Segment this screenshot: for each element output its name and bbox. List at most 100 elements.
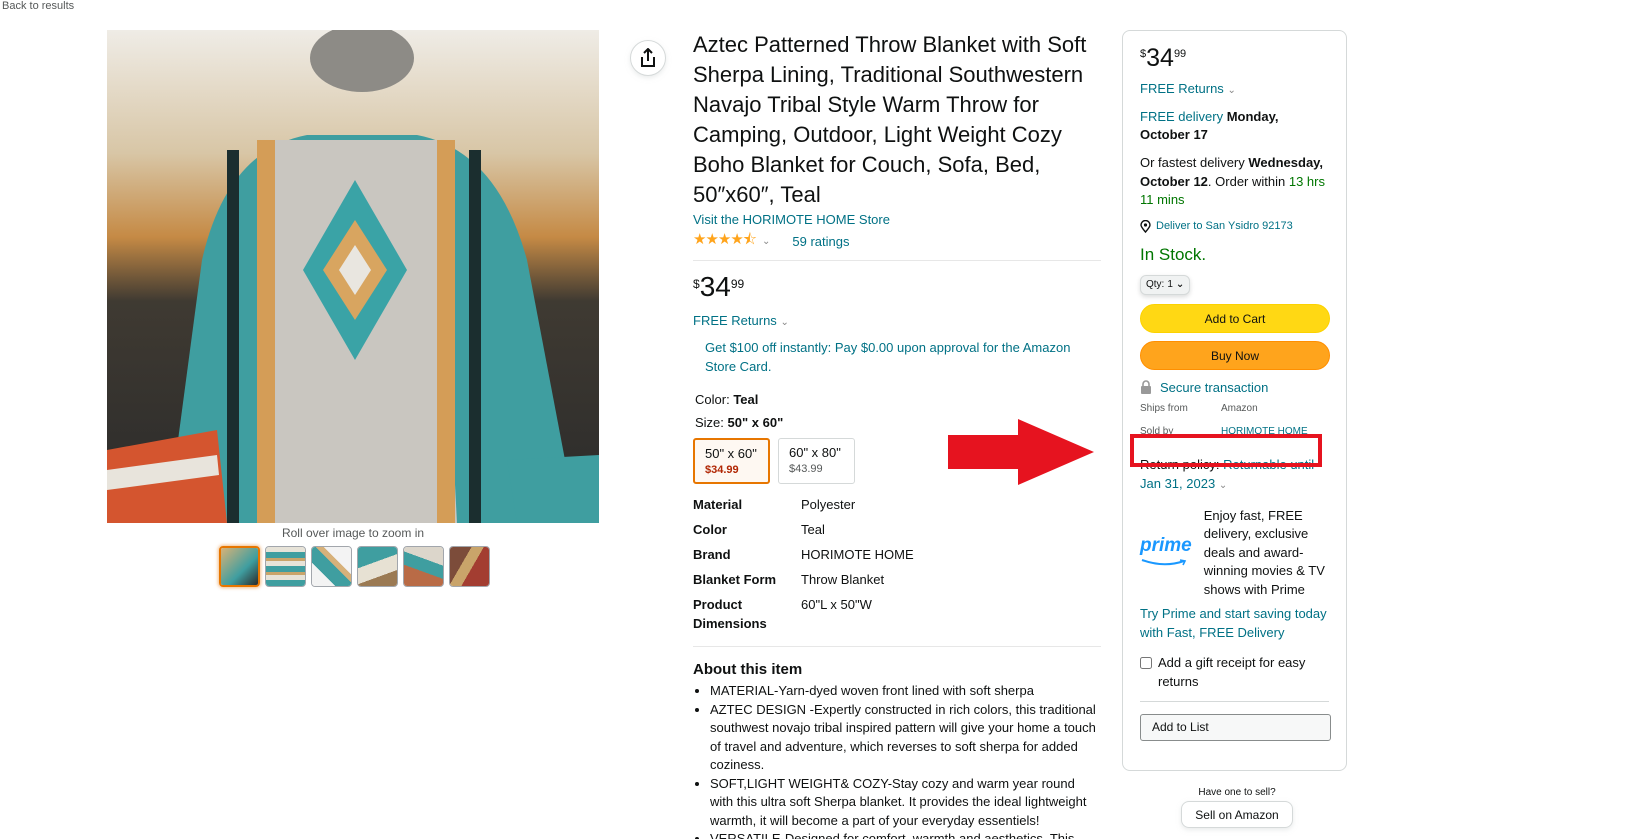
- ships-from-label: Ships from: [1140, 402, 1188, 414]
- spec-row: Color Teal: [693, 517, 1101, 542]
- sell-on-amazon: Have one to sell? Sell on Amazon: [1181, 787, 1293, 828]
- chevron-down-icon: ⌄: [1175, 279, 1185, 290]
- feature-bullet: MATERIAL-Yarn-dyed woven front lined wit…: [710, 682, 1101, 701]
- sell-question: Have one to sell?: [1198, 787, 1276, 798]
- star-rating-icon[interactable]: ★★★★⯪: [693, 229, 757, 254]
- share-icon: [641, 48, 655, 67]
- ratings-count-link[interactable]: 59 ratings: [792, 234, 849, 249]
- main-product-image[interactable]: [107, 30, 599, 523]
- spec-value: 60"L x 50"W: [801, 597, 872, 612]
- thumbnail-1[interactable]: [219, 546, 260, 587]
- price-whole: 34: [699, 271, 731, 302]
- stock-status: In Stock.: [1140, 244, 1207, 264]
- free-delivery-info: FREE delivery Monday, October 17: [1140, 108, 1329, 144]
- feature-bullet: AZTEC DESIGN -Expertly constructed in ri…: [710, 701, 1101, 775]
- price-symbol: $: [693, 277, 700, 291]
- add-to-list-button[interactable]: Add to List: [1140, 714, 1331, 741]
- spec-row: Material Polyester: [693, 492, 1101, 517]
- ships-from-value: Amazon: [1221, 402, 1258, 414]
- thumbnail-2[interactable]: [265, 546, 306, 587]
- store-link[interactable]: Visit the HORIMOTE HOME Store: [693, 212, 1101, 227]
- buybox-free-returns-link[interactable]: FREE Returns ⌄: [1140, 81, 1329, 96]
- spec-key: Color: [693, 522, 727, 537]
- add-to-cart-button[interactable]: Add to Cart: [1140, 303, 1330, 333]
- quantity-dropdown[interactable]: Qty: 1 ⌄: [1140, 274, 1191, 295]
- spec-value: Polyester: [801, 497, 856, 512]
- back-to-results-link[interactable]: Back to results: [2, 0, 74, 12]
- gift-receipt-checkbox[interactable]: [1140, 657, 1152, 669]
- spec-row: Brand HORIMOTE HOME: [693, 542, 1101, 567]
- secure-transaction[interactable]: Secure transaction: [1140, 380, 1329, 395]
- fastest-delivery-info: Or fastest delivery Wednesday, October 1…: [1140, 154, 1329, 210]
- size-option-price: $43.99: [789, 463, 823, 475]
- qty-label: Qty:: [1146, 279, 1165, 290]
- gift-receipt-option[interactable]: Add a gift receipt for easy returns: [1140, 654, 1329, 691]
- store-card-promo[interactable]: Get $100 off instantly: Pay $0.00 upon a…: [705, 338, 1101, 376]
- size-value: 50" x 60": [727, 415, 784, 430]
- color-value: Teal: [733, 392, 759, 407]
- spec-key: Material: [693, 497, 743, 512]
- secure-transaction-link[interactable]: Secure transaction: [1160, 380, 1268, 395]
- size-option-label: 50" x 60": [705, 446, 757, 461]
- thumbnail-4[interactable]: [357, 546, 398, 587]
- price-fraction: 99: [1173, 48, 1187, 60]
- feature-bullet: VERSATILE-Designed for comfort, warmth a…: [710, 830, 1101, 839]
- chevron-down-icon: ⌄: [780, 317, 789, 328]
- prime-promo: prime Enjoy fast, FREE delivery, exclusi…: [1140, 507, 1329, 600]
- thumbnail-3[interactable]: [311, 546, 352, 587]
- zoom-hint: Roll over image to zoom in: [281, 526, 425, 540]
- size-label: Size:: [695, 415, 724, 430]
- chevron-down-icon[interactable]: ⌄: [762, 236, 770, 247]
- sold-by-highlight-annotation: [1130, 434, 1322, 467]
- sell-on-amazon-button[interactable]: Sell on Amazon: [1181, 801, 1293, 828]
- spec-value: HORIMOTE HOME: [801, 547, 914, 562]
- red-arrow-annotation: [948, 419, 1094, 485]
- free-delivery-link[interactable]: FREE delivery: [1140, 109, 1223, 124]
- size-option-50x60[interactable]: 50" x 60" $34.99: [693, 438, 770, 484]
- deliver-to-label: Deliver to San Ysidro 92173: [1156, 220, 1293, 232]
- spec-value: Throw Blanket: [801, 572, 885, 587]
- size-option-price: $34.99: [705, 464, 739, 476]
- divider: [1140, 701, 1329, 702]
- product-price: $ 34 99: [693, 273, 1101, 301]
- spec-key: Brand: [693, 547, 731, 562]
- buybox-price: $ 34 99: [1140, 45, 1329, 72]
- color-selection: Color: Teal: [695, 392, 1101, 407]
- free-returns-link[interactable]: FREE Returns ⌄: [693, 313, 1101, 328]
- prime-description: Enjoy fast, FREE delivery, exclusive dea…: [1203, 507, 1325, 597]
- spec-key: Product Dimensions: [693, 597, 767, 631]
- location-pin-icon: [1140, 219, 1151, 233]
- feature-bullet: SOFT,LIGHT WEIGHT& COZY-Stay cozy and wa…: [710, 775, 1101, 831]
- prime-smile-icon: [1141, 558, 1187, 565]
- spec-value: Teal: [801, 522, 825, 537]
- qty-value: 1: [1167, 279, 1173, 290]
- thumbnail-6[interactable]: [449, 546, 490, 587]
- fastest-delivery-prefix: Or fastest delivery: [1140, 155, 1245, 170]
- spec-row: Blanket Form Throw Blanket: [693, 567, 1101, 592]
- about-this-item-heading: About this item: [693, 661, 803, 678]
- thumbnail-5[interactable]: [403, 546, 444, 587]
- blanket-photo: [107, 30, 599, 523]
- divider: [693, 646, 1101, 647]
- color-label: Color:: [695, 392, 730, 407]
- prime-logo-text: prime: [1140, 534, 1192, 556]
- prime-logo: prime: [1140, 534, 1192, 600]
- spec-key: Blanket Form: [693, 572, 777, 587]
- ships-from-row: Ships from Amazon: [1140, 403, 1329, 415]
- thumbnail-strip: [219, 546, 490, 587]
- buy-now-button[interactable]: Buy Now: [1140, 340, 1330, 370]
- chevron-down-icon[interactable]: ⌄: [1219, 480, 1227, 491]
- chevron-down-icon: ⌄: [1227, 85, 1236, 96]
- rating-row: ★★★★⯪ ⌄ 59 ratings: [693, 229, 1101, 261]
- buy-box: $ 34 99 FREE Returns ⌄ FREE delivery Mon…: [1122, 30, 1347, 771]
- deliver-to-link[interactable]: Deliver to San Ysidro 92173: [1140, 219, 1329, 233]
- product-specs-table: Material Polyester Color Teal Brand HORIMOT…: [693, 492, 1101, 636]
- price-fraction: 99: [730, 277, 745, 291]
- share-button[interactable]: [630, 40, 666, 76]
- free-returns-label: FREE Returns: [1140, 81, 1224, 96]
- size-option-60x80[interactable]: 60" x 80" $43.99: [778, 438, 855, 484]
- order-within-prefix: . Order within: [1207, 173, 1286, 189]
- try-prime-link[interactable]: Try Prime and start saving today with Fa…: [1140, 604, 1329, 642]
- feature-bullets: MATERIAL-Yarn-dyed woven front lined wit…: [693, 682, 1101, 839]
- lock-icon: [1141, 380, 1151, 394]
